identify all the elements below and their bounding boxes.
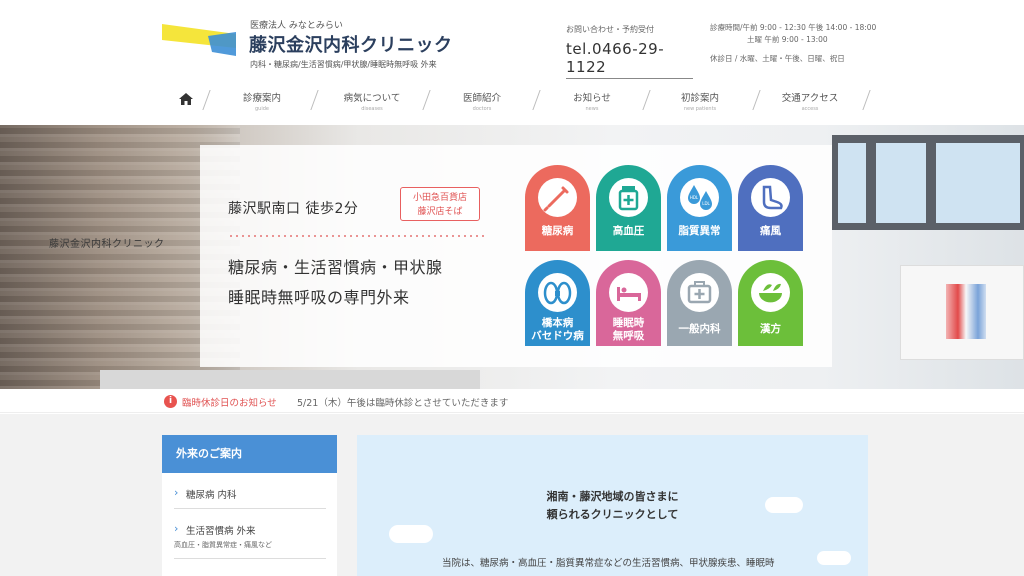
tile-label: バセドウ病 [531,330,584,342]
nav-sublabel: diseases [361,106,383,112]
nav-divider [862,90,871,110]
nav-divider [310,90,319,110]
nav-sublabel: guide [255,106,269,112]
nav-access[interactable]: 交通アクセス access [765,84,855,118]
medicine-bottle-icon [609,178,648,217]
sidebar-item-diabetes[interactable]: 糖尿病 内科 [174,486,326,509]
departments-text: 内科・糖尿病/生活習慣病/甲状腺/睡眠時無呼吸 外来 [250,60,437,69]
bed-icon [609,273,648,312]
cloud-decoration [817,551,851,565]
tagline-line: 睡眠時無呼吸の専門外来 [228,288,410,307]
window-photo [832,135,1024,230]
closed-days: 休診日 / 水曜、土曜・午後、日曜、祝日 [710,54,845,63]
nav-sublabel: new patients [683,106,717,112]
tile-label: 高血圧 [612,225,645,237]
content-area: 外来のご案内 糖尿病 内科 生活習慣病 外来 高血圧・脂質異常症・痛風など 湘南… [0,414,1024,576]
sidebar-item-label: 糖尿病 内科 [174,486,326,501]
nav-sublabel: access [801,106,819,112]
nav-sublabel: news [585,106,599,112]
tile-diabetes[interactable]: 糖尿病 [525,165,590,251]
hours-weekday: 診療時間/午前 9:00 - 12:30 午後 14:00 - 18:00 [710,23,877,32]
nav-new-patients[interactable]: 初診案内 new patients [655,84,745,118]
nav-diseases[interactable]: 病気について diseases [327,84,417,118]
nav-label: 交通アクセス [781,93,839,104]
nav-label: お知らせ [573,93,611,104]
tagline-line: 糖尿病・生活習慣病・甲状腺 [228,258,443,277]
mortar-icon [751,273,790,312]
nav-divider [202,90,211,110]
reception-counter [100,370,480,389]
intro-title: 湘南・藤沢地域の皆さまに 頼られるクリニックとして [357,488,868,524]
walk-time: 藤沢駅南口 徒歩2分 [228,201,359,217]
global-nav: 診療案内 guide 病気について diseases 医師紹介 doctors … [162,84,871,118]
clinic-name[interactable]: 藤沢金沢内科クリニック [249,31,453,57]
tile-label: 一般内科 [678,323,721,335]
intro-title-line: 頼られるクリニックとして [546,508,679,521]
info-icon: i [164,395,177,408]
nav-sublabel: doctors [472,106,492,112]
contact-label: お問い合わせ・予約受付 [566,25,654,34]
hdl-label: HDL [690,195,699,200]
nearby-line: 藤沢店そば [417,207,463,217]
nav-label: 診療案内 [242,93,281,104]
hours-saturday: 土曜 午前 9:00 - 13:00 [747,35,828,44]
tile-label: 糖尿病 [541,225,574,237]
nav-divider [532,90,541,110]
tile-label: 無呼吸 [612,330,645,342]
intro-title-line: 湘南・藤沢地域の皆さまに [546,490,679,503]
tile-label: 睡眠時 [612,317,645,329]
tel-link[interactable]: tel.0466-29-1122 [566,40,693,79]
ldl-label: LDL [702,201,710,206]
nav-divider [642,90,651,110]
dotted-divider [228,235,484,237]
medical-kit-icon [680,273,719,312]
nav-divider [422,90,431,110]
tile-kampo[interactable]: 漢方 [738,260,803,346]
nav-doctors[interactable]: 医師紹介 doctors [437,84,527,118]
nav-label: 医師紹介 [462,93,501,104]
notice-title[interactable]: 臨時休診日のお知らせ [182,395,277,409]
sidebar-item-label: 生活習慣病 外来 [174,522,326,537]
wall-art-photo [900,265,1024,360]
tile-thyroid[interactable]: 橋本病 バセドウ病 [525,260,590,346]
nav-divider [752,90,761,110]
insulin-pen-icon [538,178,577,217]
sidebar-heading: 外来のご案内 [162,435,337,473]
notice-text[interactable]: 5/21（木）午後は臨時休診とさせていただきます [297,395,508,409]
intro-section: 湘南・藤沢地域の皆さまに 頼られるクリニックとして 当院は、糖尿病・高血圧・脂質… [357,435,868,576]
tile-label: 漢方 [760,323,781,335]
nav-guide[interactable]: 診療案内 guide [222,84,302,118]
tile-label: 脂質異常 [678,225,721,237]
nearby-line: 小田急百貨店 [412,193,467,203]
tile-sleep-apnea[interactable]: 睡眠時 無呼吸 [596,260,661,346]
hero-tagline: 糖尿病・生活習慣病・甲状腺 睡眠時無呼吸の専門外来 [228,253,443,313]
notice-bar[interactable]: i 臨時休診日のお知らせ 5/21（木）午後は臨時休診とさせていただきます [0,389,1024,413]
sidebar-item-lifestyle[interactable]: 生活習慣病 外来 高血圧・脂質異常症・痛風など [174,522,326,559]
wall-sign: 藤沢金沢内科クリニック [49,239,165,250]
droplet-icon: HDL LDL [680,178,719,217]
office-hours: 診療時間/午前 9:00 - 12:30 午後 14:00 - 18:00 土曜… [710,22,876,46]
tile-general-medicine[interactable]: 一般内科 [667,260,732,346]
sidebar-outpatient: 外来のご案内 糖尿病 内科 生活習慣病 外来 高血圧・脂質異常症・痛風など [162,435,337,576]
tile-label: 橋本病 [541,317,574,329]
nav-label: 病気について [343,93,401,104]
intro-text: 当院は、糖尿病・高血圧・脂質異常症などの生活習慣病、甲状腺疾患、睡眠時 [442,558,775,569]
tile-label: 痛風 [760,225,781,237]
hero-banner: 藤沢金沢内科クリニック 藤沢駅南口 徒歩2分 小田急百貨店 藤沢店そば 糖尿病・… [0,125,1024,389]
cloud-decoration [389,525,433,543]
sidebar-item-sub: 高血圧・脂質異常症・痛風など [174,541,272,549]
nearby-badge: 小田急百貨店 藤沢店そば [400,187,480,221]
clinic-logo[interactable] [162,24,236,58]
site-header: 医療法人 みなとみらい 藤沢金沢内科クリニック 内科・糖尿病/生活習慣病/甲状腺… [0,0,1024,82]
home-icon[interactable] [179,93,193,105]
nav-news[interactable]: お知らせ news [547,84,637,118]
tile-gout[interactable]: 痛風 [738,165,803,251]
thyroid-icon [538,273,577,312]
tile-dyslipidemia[interactable]: HDL LDL 脂質異常 [667,165,732,251]
org-name: 医療法人 みなとみらい [250,21,343,31]
foot-icon [751,178,790,217]
tile-hypertension[interactable]: 高血圧 [596,165,661,251]
nav-label: 初診案内 [680,93,719,104]
